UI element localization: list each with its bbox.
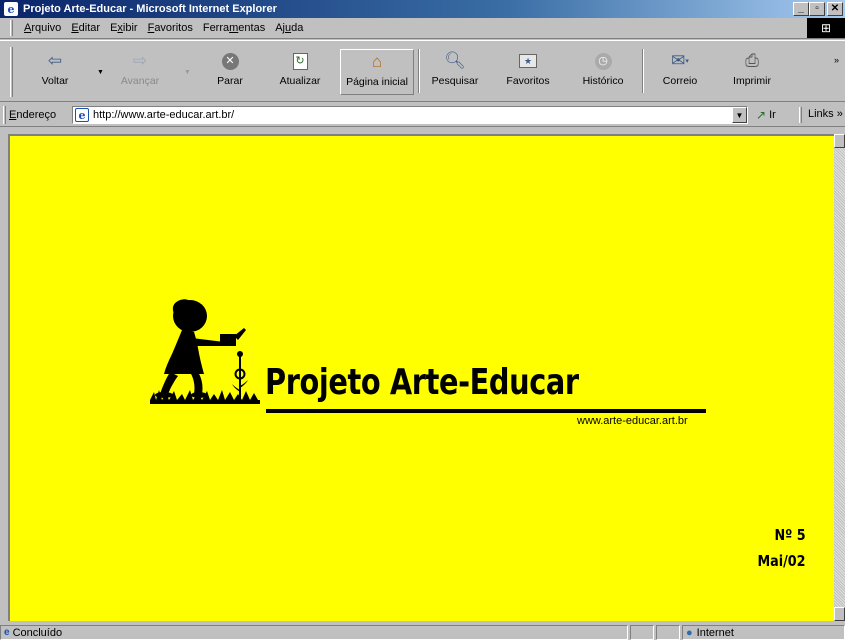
back-arrow-icon: ⇦ bbox=[47, 51, 63, 70]
refresh-icon: ↻ bbox=[292, 49, 308, 73]
forward-dropdown-icon[interactable]: ▼ bbox=[184, 69, 191, 76]
status-text-pane: e Concluído bbox=[0, 625, 628, 640]
toolbar-overflow-chevron-icon[interactable]: » bbox=[834, 55, 839, 65]
internet-globe-icon: ● bbox=[686, 626, 693, 639]
child-watering-flower-logo-icon bbox=[150, 299, 260, 404]
minimize-button[interactable]: _ bbox=[793, 2, 809, 16]
menu-item-favoritos[interactable]: Favoritos bbox=[143, 22, 198, 34]
home-button[interactable]: ⌂ Página inicial bbox=[340, 49, 414, 95]
back-button[interactable]: ⇦ Voltar bbox=[30, 49, 80, 95]
history-button[interactable]: ◷ Histórico bbox=[575, 49, 631, 95]
favorites-folder-icon: ★ bbox=[519, 49, 537, 73]
window-controls: _ ▫ ✕ bbox=[793, 2, 843, 16]
address-input[interactable] bbox=[93, 108, 713, 122]
menu-item-arquivo[interactable]: Arquivo bbox=[19, 22, 66, 34]
window-title: Projeto Arte-Educar - Microsoft Internet… bbox=[23, 3, 277, 15]
mail-button[interactable]: ✉ ▾ Correio bbox=[655, 49, 705, 95]
menu-bar: Arquivo Editar Exibir Favoritos Ferramentas A… bbox=[0, 18, 845, 39]
favorites-label: Favoritos bbox=[506, 75, 550, 87]
menubar-grip[interactable] bbox=[10, 20, 13, 36]
back-label: Voltar bbox=[41, 75, 69, 87]
links-label: Links bbox=[808, 108, 834, 120]
status-pane-empty bbox=[630, 625, 654, 640]
toolbar-separator bbox=[642, 49, 644, 93]
status-text: Concluído bbox=[12, 626, 63, 639]
menu-item-editar[interactable]: Editar bbox=[66, 22, 105, 34]
window-titlebar: e Projeto Arte-Educar - Microsoft Intern… bbox=[0, 0, 845, 18]
vertical-scrollbar[interactable] bbox=[834, 134, 845, 621]
title-underline bbox=[266, 409, 706, 413]
scroll-up-arrow-icon[interactable] bbox=[834, 134, 845, 148]
toolbar-grip[interactable] bbox=[10, 47, 13, 97]
stop-icon: ✕ bbox=[221, 49, 239, 73]
ie-logo-icon: e bbox=[4, 2, 18, 16]
address-bar: Endereço e ▼ ↗ Ir Links » bbox=[0, 103, 845, 127]
search-label: Pesquisar bbox=[431, 75, 479, 87]
page-done-icon: e bbox=[4, 627, 10, 638]
print-button[interactable]: ⎙ Imprimir bbox=[727, 49, 777, 95]
status-pane-empty bbox=[656, 625, 680, 640]
issue-number: Nº 5 bbox=[774, 526, 806, 544]
back-dropdown-icon[interactable]: ▼ bbox=[97, 69, 104, 76]
mail-label: Correio bbox=[662, 75, 698, 87]
menu-items: Arquivo Editar Exibir Favoritos Ferramentas A… bbox=[19, 22, 308, 34]
page-icon: e bbox=[75, 108, 89, 122]
site-title: Projeto Arte-Educar bbox=[265, 362, 579, 403]
printer-icon: ⎙ bbox=[745, 51, 759, 70]
favorites-button[interactable]: ★ Favoritos bbox=[500, 49, 556, 95]
refresh-label: Atualizar bbox=[279, 75, 321, 87]
menu-item-exibir[interactable]: Exibir bbox=[105, 22, 143, 34]
home-icon: ⌂ bbox=[371, 52, 383, 71]
page-viewport[interactable]: Projeto Arte-Educar www.arte-educar.art.… bbox=[8, 134, 834, 621]
address-label: Endereço bbox=[9, 108, 57, 121]
address-field[interactable]: e ▼ bbox=[72, 106, 748, 124]
stop-button[interactable]: ✕ Parar bbox=[205, 49, 255, 95]
print-label: Imprimir bbox=[733, 75, 771, 87]
search-icon: 🔍︎ bbox=[444, 51, 466, 70]
scroll-down-arrow-icon[interactable] bbox=[834, 607, 845, 621]
status-bar: e Concluído ● Internet bbox=[0, 624, 845, 640]
stop-label: Parar bbox=[217, 75, 243, 87]
links-separator[interactable] bbox=[799, 107, 802, 123]
address-dropdown-icon[interactable]: ▼ bbox=[732, 107, 747, 123]
links-button[interactable]: Links » bbox=[808, 108, 843, 120]
windows-throbber-icon: ⊞ bbox=[807, 18, 845, 38]
close-button[interactable]: ✕ bbox=[827, 2, 843, 16]
history-icon: ◷ bbox=[594, 49, 612, 73]
home-label: Página inicial bbox=[346, 76, 408, 88]
search-button[interactable]: 🔍︎ Pesquisar bbox=[427, 49, 483, 95]
history-label: Histórico bbox=[582, 75, 624, 87]
security-zone-pane: ● Internet bbox=[682, 625, 845, 640]
site-url-text: www.arte-educar.art.br bbox=[577, 415, 688, 427]
menu-item-ferramentas[interactable]: Ferramentas bbox=[198, 22, 270, 34]
addressbar-grip[interactable] bbox=[3, 105, 6, 124]
security-zone-label: Internet bbox=[696, 626, 734, 639]
refresh-button[interactable]: ↻ Atualizar bbox=[273, 49, 327, 95]
go-arrow-icon: ↗ bbox=[756, 108, 767, 122]
forward-button[interactable]: ⇨ Avançar bbox=[110, 49, 170, 95]
mail-icon: ✉ ▾ bbox=[671, 51, 689, 70]
menu-item-ajuda[interactable]: Ajuda bbox=[270, 22, 308, 34]
forward-arrow-icon: ⇨ bbox=[132, 51, 148, 70]
maximize-button[interactable]: ▫ bbox=[809, 2, 825, 16]
go-button[interactable]: ↗ Ir bbox=[756, 107, 776, 123]
toolbar-separator bbox=[418, 49, 420, 93]
go-label: Ir bbox=[769, 109, 776, 121]
forward-label: Avançar bbox=[120, 75, 160, 87]
address-label-rest: ndereço bbox=[16, 108, 57, 121]
issue-date: Mai/02 bbox=[757, 552, 806, 570]
standard-toolbar: ⇦ Voltar ▼ ⇨ Avançar ▼ ✕ Parar ↻ Atualiz… bbox=[0, 40, 845, 102]
